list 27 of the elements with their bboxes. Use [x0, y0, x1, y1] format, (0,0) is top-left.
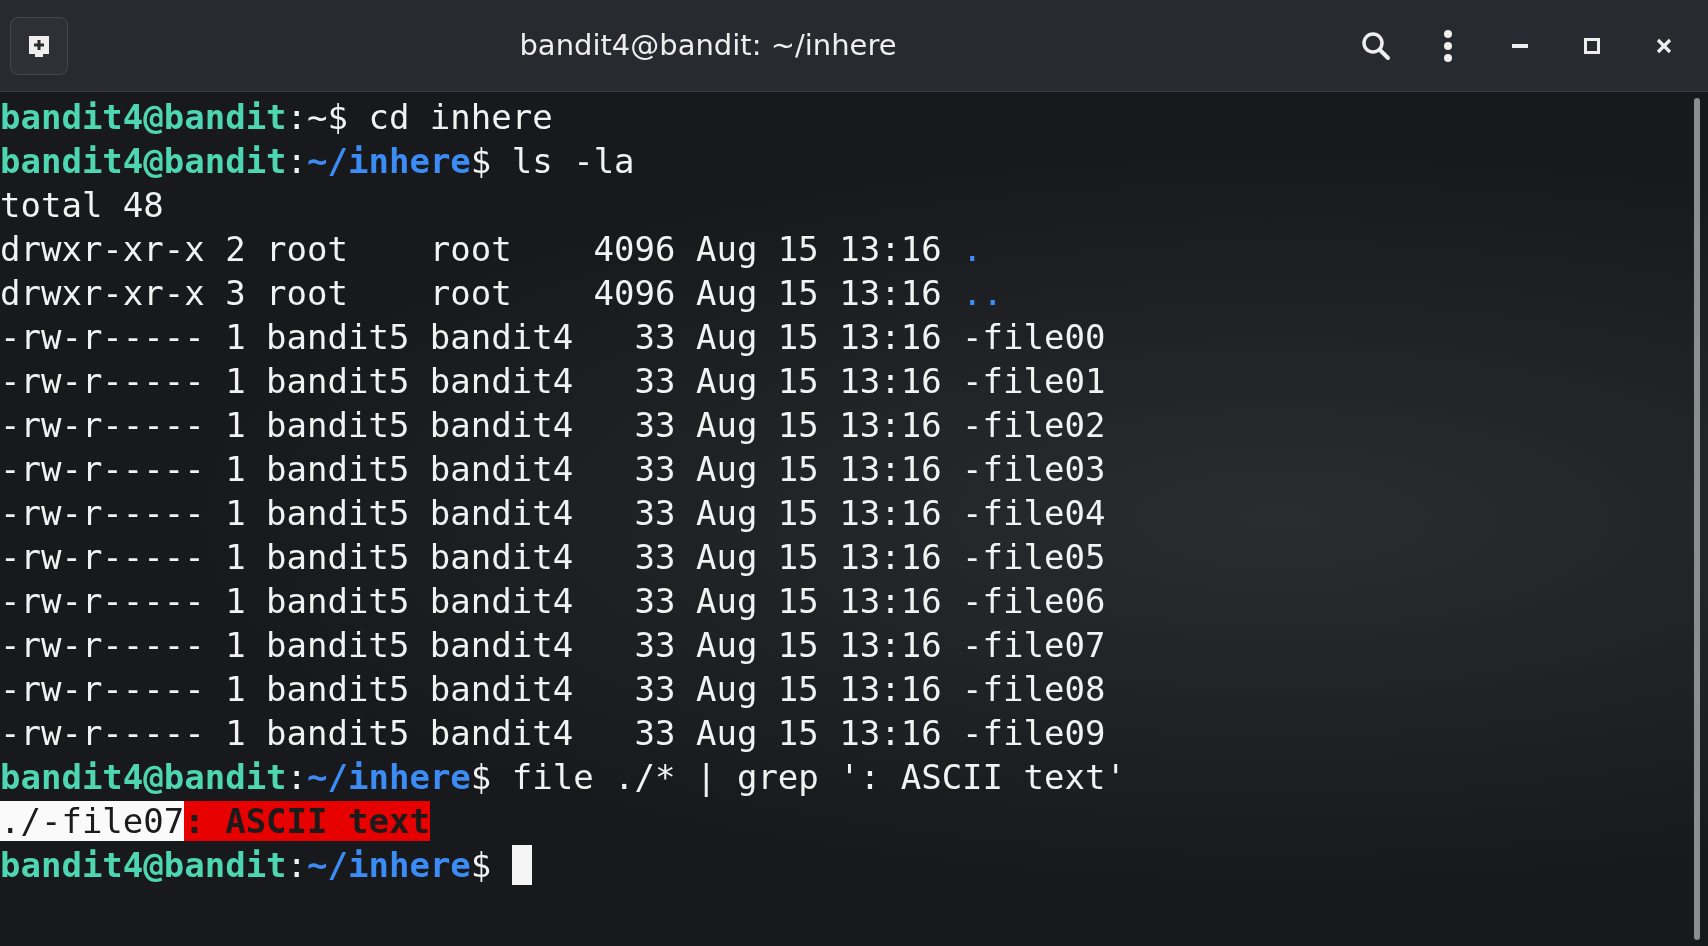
new-tab-icon	[26, 33, 52, 58]
close-icon	[1656, 37, 1672, 54]
terminal-line: bandit4@bandit:~$ cd inhere	[0, 96, 553, 139]
new-tab-button[interactable]	[10, 16, 68, 75]
terminal-line: -rw-r----- 1 bandit5 bandit4 33 Aug 15 13:16 -file01	[0, 360, 1106, 403]
terminal-line: -rw-r----- 1 bandit5 bandit4 33 Aug 15 13:16 -file06	[0, 580, 1106, 623]
terminal-line: -rw-r----- 1 bandit5 bandit4 33 Aug 15 13:16 -file07	[0, 624, 1106, 667]
terminal-line: -rw-r----- 1 bandit5 bandit4 33 Aug 15 13:16 -file05	[0, 536, 1106, 579]
terminal-line: total 48	[0, 184, 164, 227]
window-title: bandit4@bandit: ~/inhere	[519, 27, 897, 62]
terminal-line: bandit4@bandit:~/inhere$ file ./* | grep ': ASCII text'	[0, 756, 1126, 799]
terminal-line: ./-file07: ASCII text	[0, 800, 430, 843]
menu-icon	[1443, 29, 1453, 62]
terminal-line: -rw-r----- 1 bandit5 bandit4 33 Aug 15 13:16 -file00	[0, 316, 1106, 359]
minimize-icon	[1512, 43, 1528, 48]
terminal-line: drwxr-xr-x 2 root root 4096 Aug 15 13:16 .	[0, 228, 983, 271]
search-icon	[1361, 30, 1391, 61]
terminal-line: -rw-r----- 1 bandit5 bandit4 33 Aug 15 13:16 -file04	[0, 492, 1106, 535]
terminal-line: -rw-r----- 1 bandit5 bandit4 33 Aug 15 13:16 -file03	[0, 448, 1106, 491]
terminal-line: -rw-r----- 1 bandit5 bandit4 33 Aug 15 13:16 -file09	[0, 712, 1106, 755]
terminal-line: bandit4@bandit:~/inhere$ ls -la	[0, 140, 635, 183]
terminal-line: bandit4@bandit:~/inhere$	[0, 844, 493, 887]
terminal-line: -rw-r----- 1 bandit5 bandit4 33 Aug 15 13:16 -file08	[0, 668, 1106, 711]
terminal-line: drwxr-xr-x 3 root root 4096 Aug 15 13:16 ..	[0, 272, 1004, 315]
scrollbar[interactable]	[1694, 98, 1700, 940]
maximize-icon	[1584, 37, 1600, 54]
terminal-line: -rw-r----- 1 bandit5 bandit4 33 Aug 15 13:16 -file02	[0, 404, 1106, 447]
